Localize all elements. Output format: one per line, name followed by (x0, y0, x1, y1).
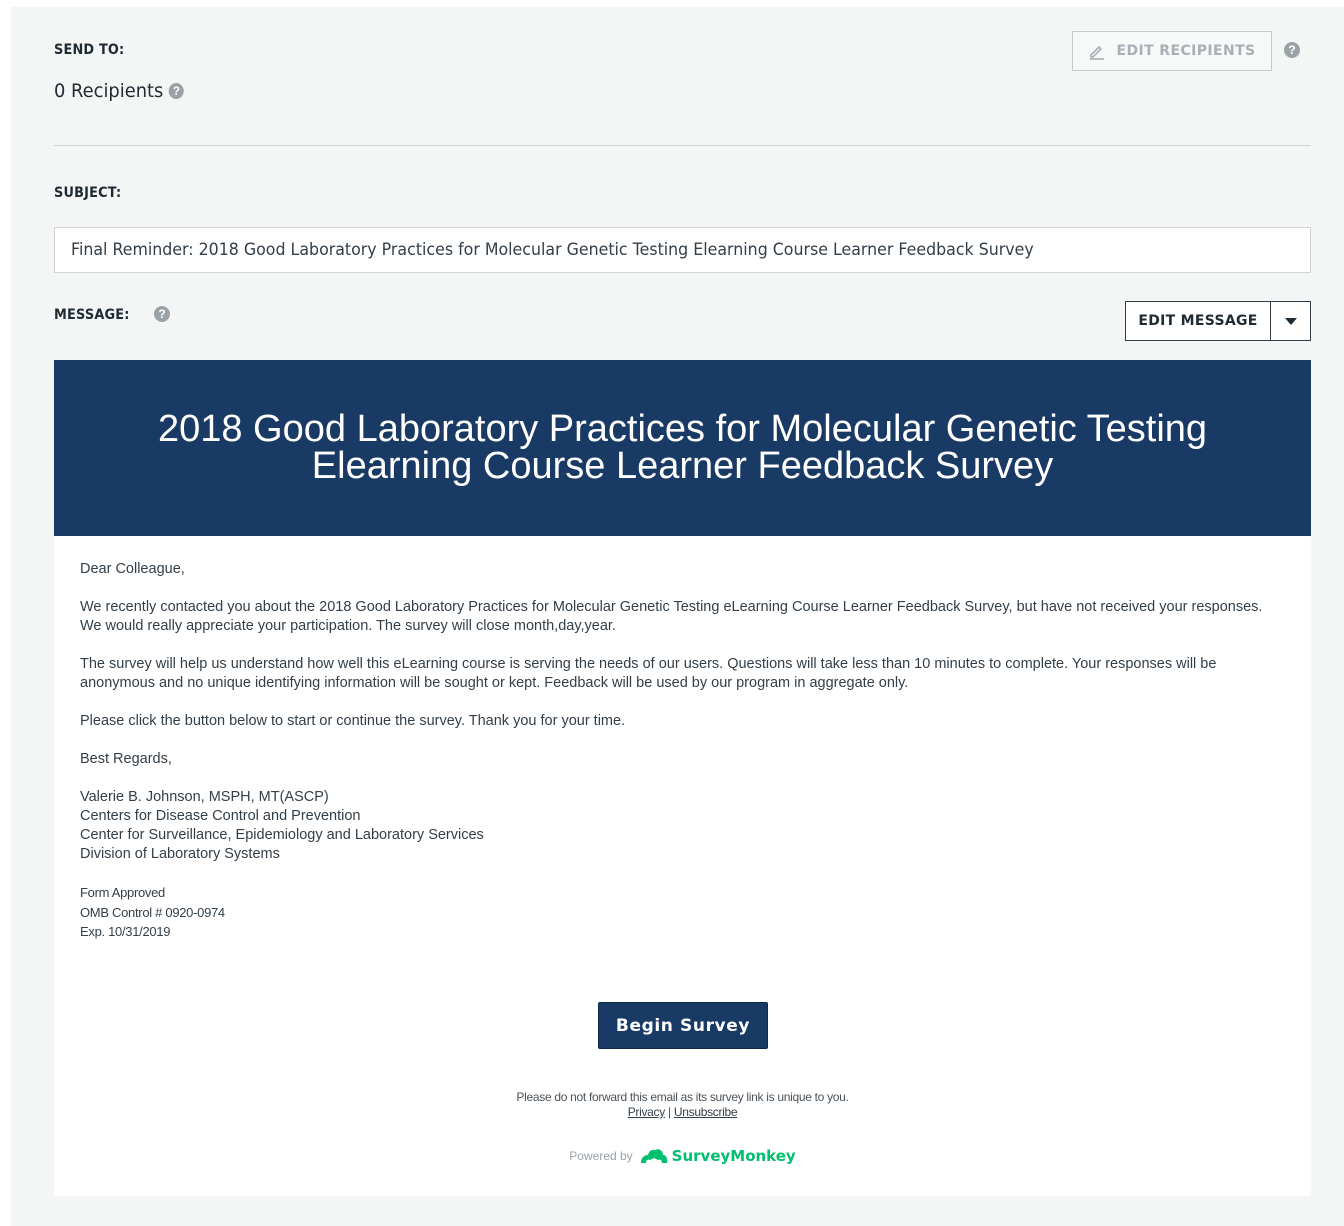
closing: Best Regards, (80, 751, 172, 767)
form-line: OMB Control # 0920-0974 (80, 904, 225, 920)
chevron-down-icon (1284, 317, 1297, 325)
email-banner: 2018 Good Laboratory Practices for Molec… (54, 360, 1311, 536)
signature-line: Valerie B. Johnson, MSPH, MT(ASCP) (80, 789, 329, 805)
paragraph: The survey will help us understand how w… (80, 656, 1217, 691)
brand-name: SurveyMonkey (671, 1147, 796, 1165)
subject-value: Final Reminder: 2018 Good Laboratory Pra… (71, 240, 1034, 260)
edit-message-button[interactable]: EDIT MESSAGE (1126, 302, 1271, 340)
surveymonkey-logo[interactable]: SurveyMonkey (639, 1146, 796, 1166)
divider (54, 145, 1311, 146)
pencil-icon (1090, 45, 1105, 60)
powered-by-text: Powered by (569, 1149, 633, 1163)
email-preview: 2018 Good Laboratory Practices for Molec… (54, 360, 1311, 1196)
recipients-count: 0 Recipients ? (54, 80, 185, 102)
paragraph: We recently contacted you about the 2018… (80, 599, 1263, 634)
powered-by: Powered by SurveyMonkey (54, 1146, 1311, 1166)
forward-note: Please do not forward this email as its … (516, 1090, 849, 1104)
surveymonkey-icon (640, 1149, 667, 1163)
greeting: Dear Colleague, (80, 561, 185, 577)
help-icon[interactable]: ? (154, 306, 170, 322)
message-label: MESSAGE: (54, 307, 130, 323)
banner-title: 2018 Good Laboratory Practices for Molec… (157, 408, 1208, 487)
edit-recipients-button[interactable]: EDIT RECIPIENTS (1072, 31, 1272, 71)
edit-message-dropdown-toggle[interactable] (1271, 302, 1310, 340)
help-icon[interactable]: ? (168, 83, 185, 99)
form-approval-block: Form Approved OMB Control # 0920-0974 Ex… (80, 883, 1285, 942)
begin-survey-button[interactable]: Begin Survey (598, 1002, 768, 1049)
subject-field[interactable]: Final Reminder: 2018 Good Laboratory Pra… (54, 227, 1311, 273)
paragraph: Please click the button below to start o… (80, 713, 626, 729)
subject-label: SUBJECT: (54, 185, 122, 201)
signature-block: Valerie B. Johnson, MSPH, MT(ASCP) Cente… (80, 788, 1285, 864)
form-line: Form Approved (80, 885, 165, 900)
signature-line: Center for Surveillance, Epidemiology an… (80, 827, 484, 843)
edit-recipients-label: EDIT RECIPIENTS (1116, 43, 1256, 59)
help-icon[interactable]: ? (1284, 42, 1300, 58)
privacy-link[interactable]: Privacy (628, 1105, 666, 1119)
footer-note: Please do not forward this email as its … (54, 1090, 1311, 1120)
link-separator: | (668, 1105, 671, 1119)
edit-message-button-group: EDIT MESSAGE (1125, 301, 1311, 341)
unsubscribe-link[interactable]: Unsubscribe (674, 1105, 738, 1119)
form-line: Exp. 10/31/2019 (80, 924, 171, 939)
signature-line: Centers for Disease Control and Preventi… (80, 808, 361, 824)
signature-line: Division of Laboratory Systems (80, 846, 280, 862)
email-body: Dear Colleague, We recently contacted yo… (54, 536, 1311, 942)
send-to-label: SEND TO: (54, 42, 125, 58)
recipients-text: 0 Recipients (54, 80, 164, 102)
